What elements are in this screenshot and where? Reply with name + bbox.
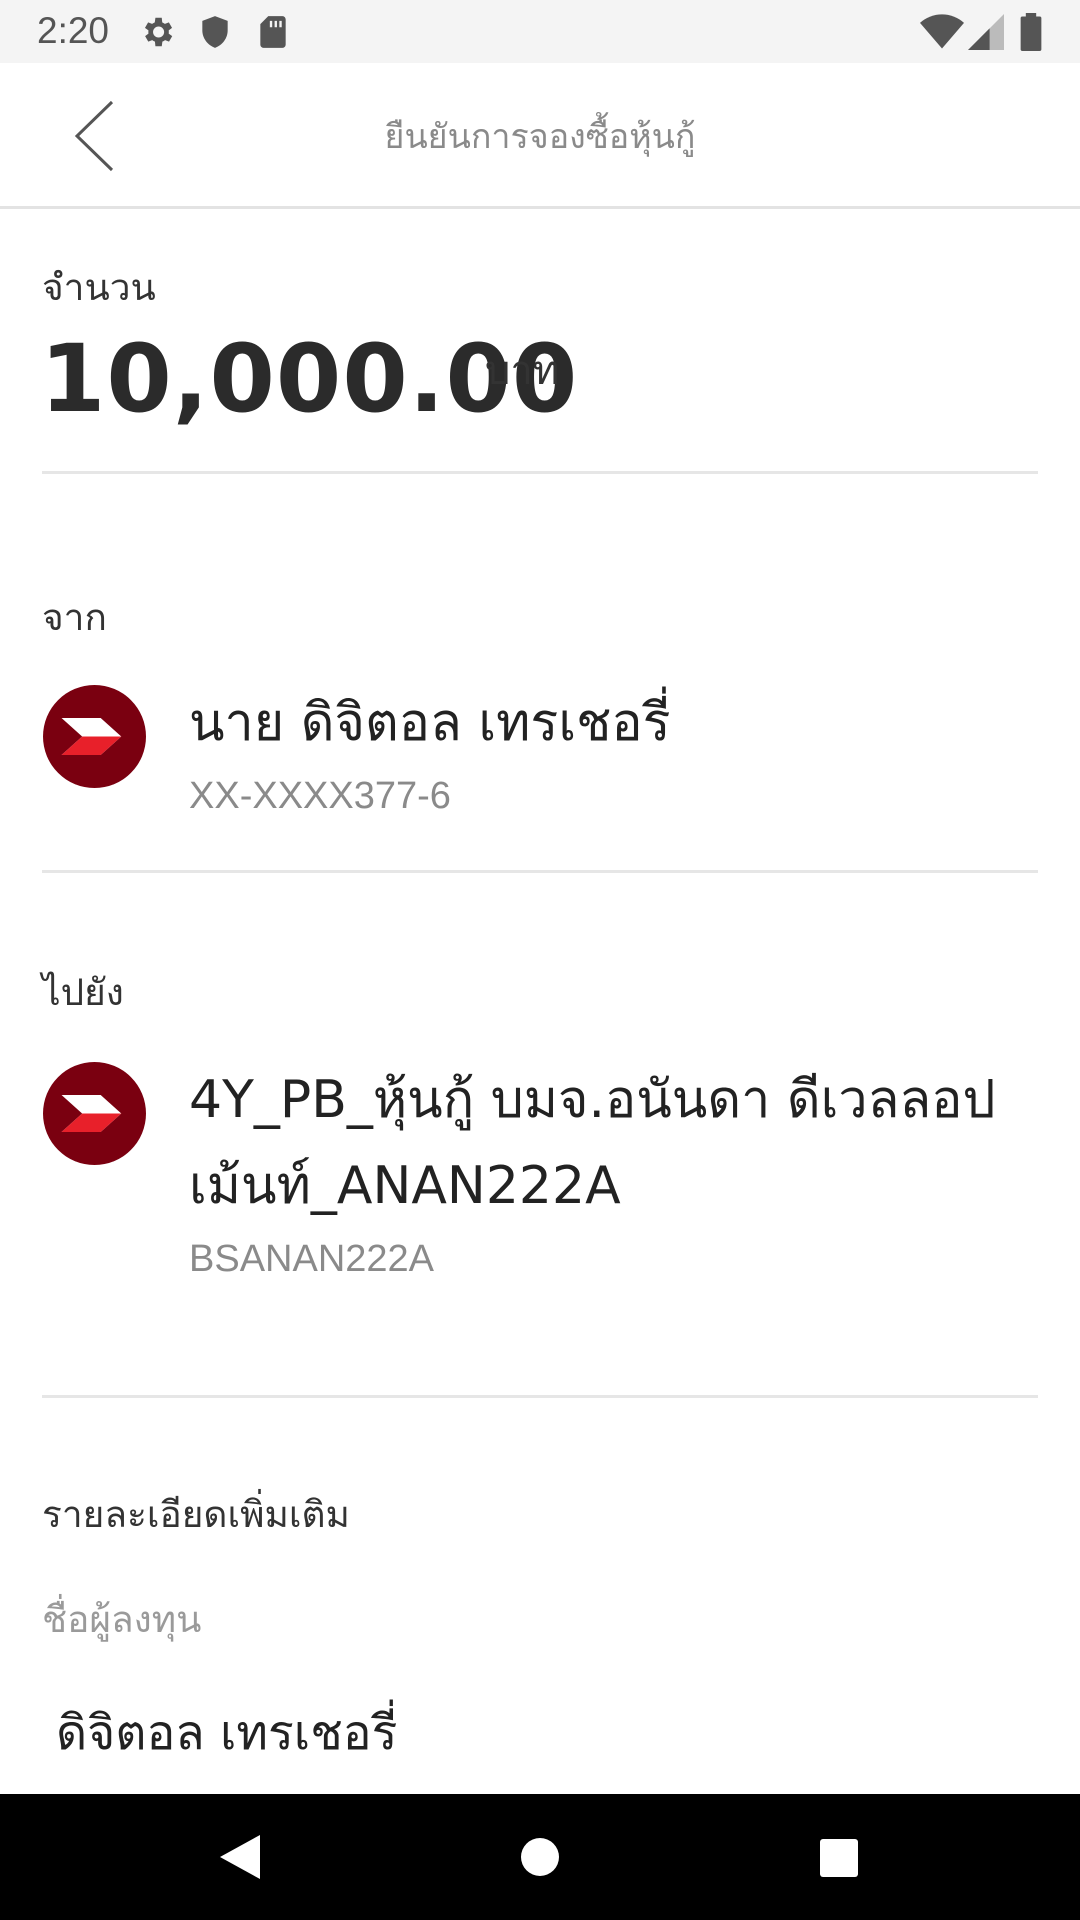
nav-home-button[interactable] — [510, 1827, 570, 1887]
status-time: 2:20 — [37, 10, 110, 51]
from-account-name: นาย ดิจิตอล เทรเชอรี่ — [189, 693, 671, 753]
to-account-number: BSANAN222A — [189, 1238, 435, 1280]
bank-logo-icon — [43, 685, 146, 788]
gear-icon — [138, 13, 176, 51]
status-bar: 2:20 — [0, 0, 1080, 63]
bank-logo-icon — [43, 1062, 146, 1165]
divider — [42, 1395, 1038, 1398]
details-title: รายละเอียดเพิ่มเติม — [42, 1493, 350, 1536]
divider — [42, 870, 1038, 873]
amount-label: จำนวน — [42, 266, 156, 309]
to-label: ไปยัง — [42, 971, 124, 1014]
investor-name-label: ชื่อผู้ลงทุน — [42, 1598, 202, 1641]
back-triangle-icon — [220, 1835, 260, 1879]
wifi-icon — [920, 13, 964, 51]
amount-unit: บาท — [485, 348, 560, 394]
recents-square-icon — [820, 1839, 858, 1877]
to-account-name: 4Y_PB_หุ้นกู้ บมจ.อนันดา ดีเวลลอปเม้นท์_… — [189, 1070, 996, 1216]
home-circle-icon — [521, 1838, 559, 1876]
from-label: จาก — [42, 596, 107, 639]
battery-icon — [1020, 13, 1042, 51]
shield-icon — [196, 13, 234, 51]
cell-signal-icon — [968, 13, 1004, 51]
nav-back-button[interactable] — [210, 1827, 270, 1887]
divider — [42, 471, 1038, 474]
page-title: ยืนยันการจองซื้อหุ้นกู้ — [384, 117, 696, 157]
system-nav-bar — [0, 1794, 1080, 1920]
app-header: ยืนยันการจองซื้อหุ้นกู้ — [0, 63, 1080, 209]
from-account-number: XX-XXXX377-6 — [189, 775, 451, 817]
nav-recents-button[interactable] — [808, 1827, 868, 1887]
sd-card-icon — [254, 13, 292, 51]
investor-name-value: ดิจิตอล เทรเชอรี่ — [56, 1705, 398, 1761]
